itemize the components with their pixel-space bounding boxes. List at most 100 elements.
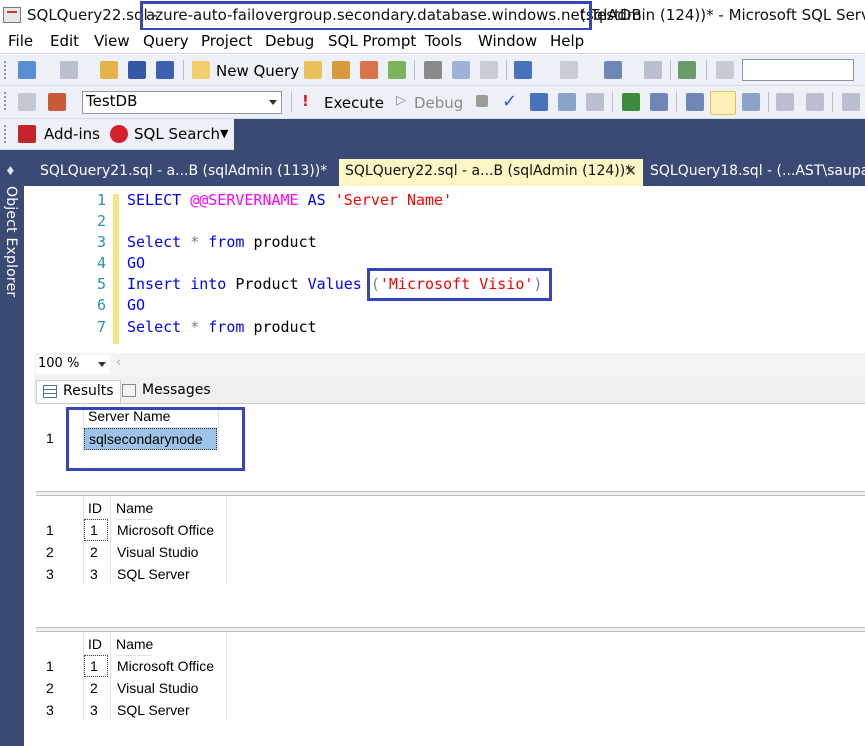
scroll-left-icon[interactable]: ‹ xyxy=(116,355,121,370)
close-icon[interactable]: ✕ xyxy=(624,162,637,180)
name-cell[interactable]: Microsoft Office xyxy=(117,656,214,678)
start-icon[interactable] xyxy=(716,61,734,79)
solution-configuration-combo[interactable] xyxy=(742,59,854,81)
keyword: from xyxy=(208,233,245,251)
add-item-icon[interactable] xyxy=(60,61,78,79)
paste-icon[interactable] xyxy=(480,61,498,79)
row-number[interactable]: 3 xyxy=(46,564,54,586)
row-number[interactable]: 1 xyxy=(46,428,54,450)
name-cell[interactable]: SQL Server xyxy=(117,564,190,586)
column-header[interactable]: ID xyxy=(88,634,102,656)
toolbar-grip[interactable] xyxy=(3,91,7,111)
activity-monitor-icon[interactable] xyxy=(678,61,696,79)
tab-results[interactable]: Results xyxy=(36,380,121,403)
menu-debug[interactable]: Debug xyxy=(265,32,314,50)
redo-icon[interactable] xyxy=(560,61,578,79)
client-statistics-icon[interactable] xyxy=(650,93,668,111)
execute-icon[interactable]: ! xyxy=(302,92,309,110)
sql-editor-toolbar: TestDB ! Execute ▷ Debug ✓ xyxy=(0,86,865,119)
display-estimated-plan-icon[interactable] xyxy=(530,93,548,111)
change-connection-icon[interactable] xyxy=(48,93,66,111)
open-file-icon[interactable] xyxy=(100,61,118,79)
tab-sqlquery22[interactable]: SQLQuery22.sql - a...B (sqlAdmin (124))*… xyxy=(339,159,643,186)
chevron-down-icon xyxy=(98,362,106,367)
toolbar-grip[interactable] xyxy=(3,60,7,80)
name-cell[interactable]: Visual Studio xyxy=(117,678,198,700)
string-literal: 'Server Name' xyxy=(334,191,453,209)
cancel-query-icon[interactable] xyxy=(476,95,488,107)
keyword: into xyxy=(190,275,227,293)
row-number[interactable]: 2 xyxy=(46,678,54,700)
debug-play-icon[interactable]: ▷ xyxy=(396,93,406,108)
addins-button[interactable]: Add-ins xyxy=(44,125,100,143)
copy-icon[interactable] xyxy=(452,61,470,79)
navigate-backward-icon[interactable] xyxy=(604,61,622,79)
new-query-icon[interactable] xyxy=(192,61,210,79)
query-designer-icon[interactable] xyxy=(558,93,576,111)
menu-help[interactable]: Help xyxy=(550,32,584,50)
id-cell[interactable]: 2 xyxy=(90,542,98,564)
menu-edit[interactable]: Edit xyxy=(50,32,79,50)
menu-window[interactable]: Window xyxy=(478,32,537,50)
dmx-query-icon[interactable] xyxy=(360,61,378,79)
row-number[interactable]: 3 xyxy=(46,700,54,722)
menu-query[interactable]: Query xyxy=(143,32,189,50)
toolbar-overflow-icon[interactable]: ▼ xyxy=(220,127,228,140)
zoom-combo[interactable]: 100 % xyxy=(36,355,110,374)
name-cell[interactable]: Microsoft Office xyxy=(117,520,214,542)
addins-icon[interactable] xyxy=(18,125,36,143)
menu-project[interactable]: Project xyxy=(201,32,252,50)
id-cell[interactable]: 3 xyxy=(90,564,98,586)
id-cell[interactable]: 3 xyxy=(90,700,98,722)
uncomment-lines-icon[interactable] xyxy=(806,93,824,111)
query-options-icon[interactable] xyxy=(586,93,604,111)
column-header[interactable]: ID xyxy=(88,498,102,520)
row-number[interactable]: 1 xyxy=(46,656,54,678)
line-number: 7 xyxy=(96,318,106,336)
grid-divider xyxy=(110,496,111,584)
tab-messages[interactable]: Messages xyxy=(116,380,217,403)
undo-icon[interactable] xyxy=(514,61,532,79)
row-number[interactable]: 2 xyxy=(46,542,54,564)
query-editor[interactable]: 1 2 3 4 5 6 7 SELECT @@SERVERNAME AS 'Se… xyxy=(34,186,865,353)
cut-icon[interactable] xyxy=(424,61,442,79)
navigate-forward-icon[interactable] xyxy=(644,61,662,79)
object-explorer-tab[interactable]: Object Explorer xyxy=(3,186,19,297)
available-databases-combo[interactable]: TestDB xyxy=(82,91,282,114)
id-cell[interactable]: 2 xyxy=(90,678,98,700)
menu-sql-prompt[interactable]: SQL Prompt xyxy=(328,32,416,50)
menu-tools[interactable]: Tools xyxy=(425,32,462,50)
sql-search-button[interactable]: SQL Search xyxy=(134,125,220,143)
menu-file[interactable]: File xyxy=(8,32,33,50)
id-cell[interactable]: 1 xyxy=(84,519,108,541)
parse-checkmark-icon[interactable]: ✓ xyxy=(502,91,517,112)
new-query-button[interactable]: New Query xyxy=(216,62,299,80)
xmla-query-icon[interactable] xyxy=(388,61,406,79)
decrease-indent-icon[interactable] xyxy=(842,93,860,111)
name-cell[interactable]: SQL Server xyxy=(117,700,190,722)
debug-button[interactable]: Debug xyxy=(414,94,463,112)
execute-button[interactable]: Execute xyxy=(324,94,384,112)
row-number[interactable]: 1 xyxy=(46,520,54,542)
tab-sqlquery18[interactable]: SQLQuery18.sql - (...AST\saupadh xyxy=(644,159,865,186)
comment-lines-icon[interactable] xyxy=(776,93,794,111)
new-project-icon[interactable] xyxy=(18,61,36,79)
name-cell[interactable]: Visual Studio xyxy=(117,542,198,564)
results-to-file-icon[interactable] xyxy=(742,93,760,111)
results-to-grid-icon[interactable] xyxy=(710,91,736,115)
tab-sqlquery21[interactable]: SQLQuery21.sql - a...B (sqlAdmin (113))* xyxy=(34,159,333,186)
id-cell[interactable]: 1 xyxy=(84,655,108,677)
save-icon[interactable] xyxy=(128,61,146,79)
save-all-icon[interactable] xyxy=(156,61,174,79)
database-engine-query-icon[interactable] xyxy=(304,61,322,79)
connect-icon[interactable] xyxy=(18,93,36,111)
include-actual-plan-icon[interactable] xyxy=(622,93,640,111)
results-to-text-icon[interactable] xyxy=(686,93,704,111)
pin-icon[interactable]: ♦ xyxy=(5,164,19,178)
analysis-query-icon[interactable] xyxy=(332,61,350,79)
column-header[interactable]: Name xyxy=(116,634,154,656)
sql-search-icon[interactable] xyxy=(110,125,128,143)
toolbar-grip[interactable] xyxy=(3,124,7,144)
column-header[interactable]: Name xyxy=(116,498,154,520)
menu-view[interactable]: View xyxy=(94,32,130,50)
